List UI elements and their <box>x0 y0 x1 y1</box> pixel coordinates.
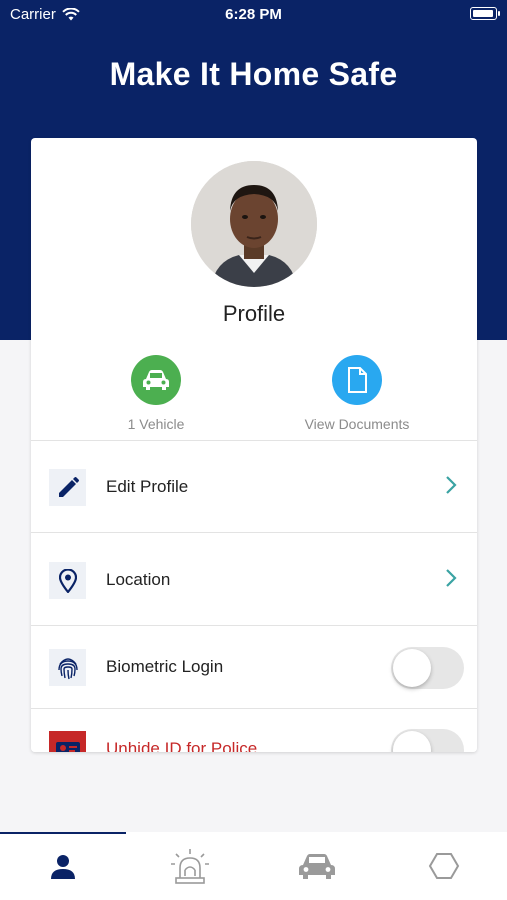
vehicles-label: 1 Vehicle <box>127 416 185 432</box>
profile-card: Profile 1 Vehicle View Documents Edit Pr… <box>31 138 477 752</box>
tab-profile[interactable] <box>0 832 126 900</box>
chevron-right-icon <box>446 569 457 587</box>
menu-item-location[interactable]: Location <box>31 534 477 626</box>
menu-icon-box <box>49 562 86 599</box>
tab-bar <box>0 832 507 900</box>
tab-more[interactable] <box>381 832 507 900</box>
app-title: Make It Home Safe <box>109 56 398 92</box>
siren-icon <box>171 849 209 884</box>
chevron-right-icon <box>446 476 457 494</box>
status-bar: Carrier 6:28 PM <box>0 0 507 30</box>
vehicles-button[interactable]: 1 Vehicle <box>66 355 246 432</box>
tab-alerts[interactable] <box>127 832 253 900</box>
menu-icon-box <box>49 649 86 686</box>
pencil-icon <box>58 476 79 497</box>
toggle-knob <box>393 731 431 752</box>
biometric-login-toggle[interactable] <box>391 647 464 689</box>
car-icon <box>143 370 169 390</box>
hexagon-icon <box>428 853 460 879</box>
battery-icon <box>470 7 500 20</box>
avatar-portrait <box>191 161 317 287</box>
menu-item-biometric-login: Biometric Login <box>31 627 477 709</box>
view-documents-label: View Documents <box>304 416 410 432</box>
menu-icon-box <box>49 469 86 506</box>
car-icon <box>299 854 335 879</box>
id-card-icon <box>55 741 80 752</box>
menu-icon-box <box>49 731 86 752</box>
menu-item-label: Unhide ID for Police <box>106 739 258 752</box>
fingerprint-icon <box>57 657 78 679</box>
document-icon <box>348 367 367 393</box>
avatar[interactable] <box>191 161 317 287</box>
person-icon <box>51 855 75 879</box>
menu-item-label: Biometric Login <box>106 657 224 676</box>
vehicle-badge <box>131 355 181 405</box>
documents-badge <box>332 355 382 405</box>
status-time: 6:28 PM <box>225 6 282 23</box>
view-documents-button[interactable]: View Documents <box>267 355 447 432</box>
profile-title: Profile <box>222 301 286 326</box>
menu-item-edit-profile[interactable]: Edit Profile <box>31 441 477 533</box>
menu-item-label: Edit Profile <box>106 477 189 496</box>
toggle-knob <box>393 649 431 687</box>
unhide-id-toggle[interactable] <box>391 729 464 752</box>
location-pin-icon <box>58 568 77 593</box>
menu-item-unhide-id: Unhide ID for Police <box>31 709 477 752</box>
menu-item-label: Location <box>106 570 171 589</box>
tab-vehicles[interactable] <box>254 832 380 900</box>
